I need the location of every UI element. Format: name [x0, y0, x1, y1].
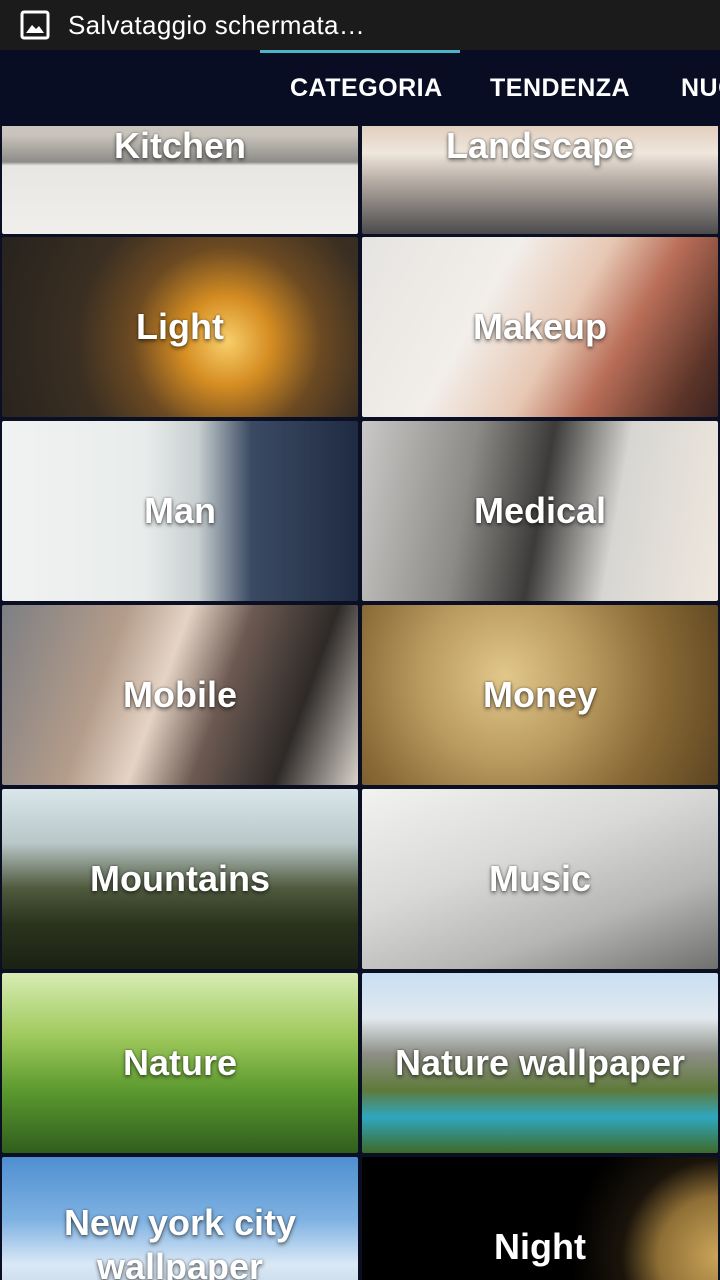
tile-label: Nature wallpaper: [394, 1042, 686, 1083]
tile-label: Landscape: [445, 126, 635, 166]
category-tile-landscape[interactable]: Landscape: [362, 126, 718, 234]
category-tile-money[interactable]: Money: [362, 605, 718, 785]
tile-label: Music: [488, 858, 592, 899]
tab-categoria[interactable]: CATEGORIA: [290, 50, 443, 126]
category-tile-medical[interactable]: Medical: [362, 421, 718, 601]
category-tile-mountains[interactable]: Mountains: [2, 789, 358, 969]
tile-label: Nature: [122, 1042, 238, 1083]
tile-label: Mobile: [123, 674, 237, 715]
tile-label: Light: [136, 306, 224, 347]
tab-bar: CATEGORIA TENDENZA NUOVI: [0, 50, 720, 126]
category-tile-mobile[interactable]: Mobile: [2, 605, 358, 785]
status-bar: Salvataggio schermata…: [0, 0, 720, 50]
tab-nuovi[interactable]: NUOVI: [681, 50, 720, 126]
tile-label: Medical: [473, 490, 607, 531]
category-tile-new-york-city-wallpaper[interactable]: New york city wallpaper: [2, 1157, 358, 1280]
tile-label: New york city wallpaper: [63, 1202, 297, 1280]
category-tile-music[interactable]: Music: [362, 789, 718, 969]
tab-tendenza[interactable]: TENDENZA: [490, 50, 630, 126]
category-tile-nature-wallpaper[interactable]: Nature wallpaper: [362, 973, 718, 1153]
category-tile-makeup[interactable]: Makeup: [362, 237, 718, 417]
tile-label: Night: [494, 1226, 586, 1267]
category-tile-man[interactable]: Man: [2, 421, 358, 601]
category-tile-nature[interactable]: Nature: [2, 973, 358, 1153]
category-tile-kitchen[interactable]: Kitchen: [2, 126, 358, 234]
tile-label: Man: [144, 490, 216, 531]
category-tile-night[interactable]: Night: [362, 1157, 718, 1280]
category-tile-light[interactable]: Light: [2, 237, 358, 417]
tile-label: Kitchen: [113, 126, 246, 166]
category-grid: Kitchen Landscape Light Makeup Man Medic…: [0, 126, 720, 1280]
image-icon: [20, 10, 50, 40]
tile-label: Mountains: [90, 858, 270, 899]
tile-label: Money: [482, 674, 597, 715]
tile-label: Makeup: [472, 306, 608, 347]
notification-text: Salvataggio schermata…: [68, 10, 366, 40]
